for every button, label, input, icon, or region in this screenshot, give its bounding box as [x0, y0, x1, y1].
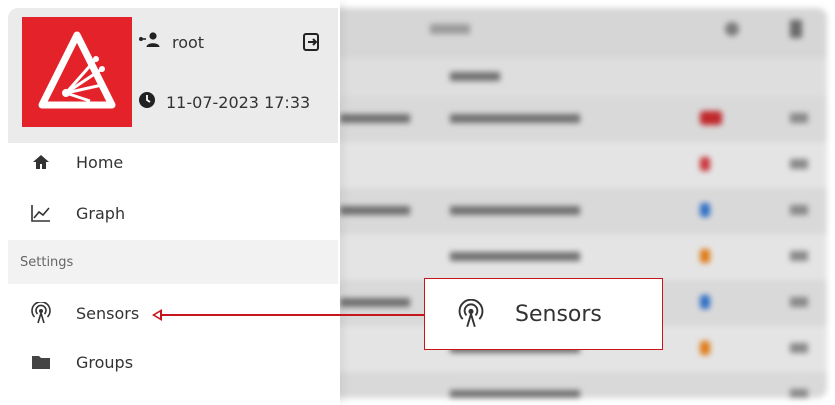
callout-arrow-line — [160, 314, 425, 316]
nav-label-home: Home — [76, 152, 124, 172]
brand-logo[interactable] — [22, 17, 132, 127]
nav-label-graph: Graph — [76, 203, 126, 223]
sensor-antenna-icon — [457, 299, 485, 329]
nav-item-graph[interactable]: Graph — [8, 189, 338, 237]
sidebar-header: root 11-07-2023 17:33 — [8, 8, 338, 143]
sidebar-fade — [0, 385, 340, 405]
section-label-settings: Settings — [8, 240, 338, 284]
home-icon — [28, 154, 54, 170]
nav-item-sensors[interactable]: Sensors — [8, 289, 338, 337]
nav-label-groups: Groups — [76, 352, 134, 372]
user-switch-icon — [138, 32, 162, 52]
callout-label: Sensors — [515, 301, 602, 327]
callout-arrow-head — [152, 309, 162, 321]
logout-icon[interactable] — [302, 32, 322, 52]
username: root — [172, 32, 205, 52]
folder-icon — [28, 354, 54, 370]
sensor-antenna-icon — [28, 302, 54, 324]
background-topbar — [330, 8, 827, 58]
nav-label-sensors: Sensors — [76, 303, 140, 323]
clock-icon — [138, 91, 156, 113]
datetime-text: 11-07-2023 17:33 — [166, 92, 311, 112]
nav-item-home[interactable]: Home — [8, 138, 338, 186]
sidebar: root 11-07-2023 17:33 Home Graph Setting… — [0, 0, 340, 405]
nav-item-groups[interactable]: Groups — [8, 338, 338, 386]
current-datetime: 11-07-2023 17:33 — [138, 91, 310, 113]
callout-box: Sensors — [424, 278, 663, 350]
line-chart-icon — [28, 204, 54, 222]
current-user[interactable]: root — [138, 32, 204, 52]
